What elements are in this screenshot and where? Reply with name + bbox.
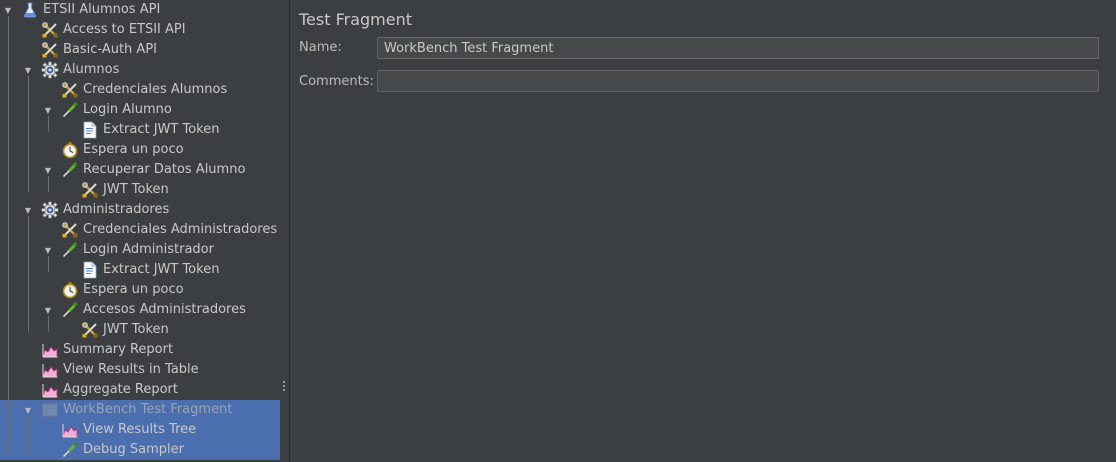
- config-tools-icon: [61, 81, 79, 99]
- tree-item[interactable]: ▼ Recuperar Datos Alumno: [0, 160, 280, 180]
- tree-item[interactable]: Summary Report: [0, 340, 280, 360]
- tree-item-label: Alumnos: [63, 62, 120, 77]
- test-fragment-panel: Test Fragment Name: Comments:: [290, 0, 1116, 462]
- tree-item[interactable]: Extract JWT Token: [0, 120, 280, 140]
- listener-chart-icon: [41, 381, 59, 399]
- tree-connector-line: [48, 176, 49, 192]
- timer-clock-icon: [61, 141, 79, 159]
- tree-item[interactable]: Extract JWT Token: [0, 260, 280, 280]
- tree-item[interactable]: ▼ Alumnos: [0, 60, 280, 80]
- chevron-down-icon[interactable]: ▼: [43, 165, 53, 175]
- name-field[interactable]: [377, 37, 1099, 59]
- tree-connector-line: [8, 16, 9, 452]
- flask-icon: [21, 1, 39, 19]
- tree-item[interactable]: Access to ETSII API: [0, 20, 280, 40]
- sampler-pipette-icon: [61, 441, 79, 459]
- chevron-down-icon[interactable]: ▼: [43, 305, 53, 315]
- tree-item[interactable]: Basic-Auth API: [0, 40, 280, 60]
- tree-connector-line: [28, 216, 29, 332]
- tree-item-label: Basic-Auth API: [63, 42, 157, 57]
- tree-item-label: JWT Token: [103, 182, 169, 197]
- chevron-down-icon[interactable]: ▼: [3, 5, 13, 15]
- tree-item-label: Administradores: [63, 202, 170, 217]
- tree-item-label: Espera un poco: [83, 142, 184, 157]
- listener-chart-icon: [41, 341, 59, 359]
- name-label: Name:: [299, 40, 342, 55]
- sampler-pipette-icon: [61, 101, 79, 119]
- tree-item[interactable]: Credenciales Alumnos: [0, 80, 280, 100]
- tree-item-label: JWT Token: [103, 322, 169, 337]
- tree-item[interactable]: Espera un poco: [0, 140, 280, 160]
- tree-item[interactable]: ▼ ETSII Alumnos API: [0, 0, 280, 20]
- tree-item-label: Accesos Administradores: [83, 302, 246, 317]
- tree-item-label: Extract JWT Token: [103, 122, 220, 137]
- tree-item[interactable]: Debug Sampler: [0, 440, 280, 460]
- tree-item-label: Recuperar Datos Alumno: [83, 162, 246, 177]
- tree-item-label: Credenciales Administradores: [83, 222, 278, 237]
- chevron-down-icon[interactable]: ▼: [43, 105, 53, 115]
- tree-item[interactable]: Espera un poco: [0, 280, 280, 300]
- tree-item[interactable]: ▼ Login Alumno: [0, 100, 280, 120]
- thread-group-gear-icon: [41, 201, 59, 219]
- chevron-down-icon[interactable]: ▼: [43, 245, 53, 255]
- tree-item-label: Aggregate Report: [63, 382, 178, 397]
- tree-connector-line: [48, 256, 49, 272]
- listener-chart-icon: [61, 421, 79, 439]
- tree-item-label: Credenciales Alumnos: [83, 82, 228, 97]
- chevron-down-icon[interactable]: ▼: [23, 205, 33, 215]
- tree-item[interactable]: View Results Tree: [0, 420, 280, 440]
- tree-item-label: View Results Tree: [83, 422, 197, 437]
- panel-title: Test Fragment: [299, 10, 413, 29]
- tree-connector-line: [48, 316, 49, 332]
- tree-item-label: Access to ETSII API: [63, 22, 186, 37]
- tree-connector-line: [28, 416, 29, 452]
- tree-connector-line: [48, 116, 49, 132]
- timer-clock-icon: [61, 281, 79, 299]
- chevron-down-icon[interactable]: ▼: [23, 405, 33, 415]
- tree-item[interactable]: JWT Token: [0, 180, 280, 200]
- test-fragment-icon: [41, 401, 59, 419]
- tree-item-label: Debug Sampler: [83, 442, 184, 457]
- tree-item-label: View Results in Table: [63, 362, 199, 377]
- tree-item-label: Login Alumno: [83, 102, 172, 117]
- tree-item-label: Summary Report: [63, 342, 174, 357]
- config-tools-icon: [41, 41, 59, 59]
- tree-item-label: Extract JWT Token: [103, 262, 220, 277]
- chevron-down-icon[interactable]: ▼: [23, 65, 33, 75]
- tree-item[interactable]: Credenciales Administradores: [0, 220, 280, 240]
- tree-item[interactable]: ▼ Accesos Administradores: [0, 300, 280, 320]
- listener-chart-icon: [41, 361, 59, 379]
- test-plan-tree[interactable]: ▼ ETSII Alumnos API Access to ETSII API Bas…: [0, 0, 280, 462]
- comments-label: Comments:: [299, 74, 374, 89]
- tree-item[interactable]: ▼ Administradores: [0, 200, 280, 220]
- config-tools-icon: [41, 21, 59, 39]
- extractor-doc-icon: [81, 121, 99, 139]
- tree-item[interactable]: ▼ Login Administrador: [0, 240, 280, 260]
- comments-field[interactable]: [377, 70, 1099, 92]
- tree-item[interactable]: Aggregate Report: [0, 380, 280, 400]
- sampler-pipette-icon: [61, 241, 79, 259]
- tree-item[interactable]: View Results in Table: [0, 360, 280, 380]
- extractor-doc-icon: [81, 261, 99, 279]
- tree-item[interactable]: JWT Token: [0, 320, 280, 340]
- thread-group-gear-icon: [41, 61, 59, 79]
- tree-item-label: WorkBench Test Fragment: [63, 402, 233, 417]
- config-tools-icon: [61, 221, 79, 239]
- config-tools-icon: [81, 181, 99, 199]
- divider-grip-icon[interactable]: [283, 381, 286, 393]
- tree-item[interactable]: ▼ WorkBench Test Fragment: [0, 400, 280, 420]
- tree-item-label: Espera un poco: [83, 282, 184, 297]
- tree-item-label: Login Administrador: [83, 242, 214, 257]
- sampler-pipette-icon: [61, 161, 79, 179]
- tree-item-label: ETSII Alumnos API: [43, 2, 161, 17]
- tree-connector-line: [28, 76, 29, 192]
- sampler-pipette-icon: [61, 301, 79, 319]
- config-tools-icon: [81, 321, 99, 339]
